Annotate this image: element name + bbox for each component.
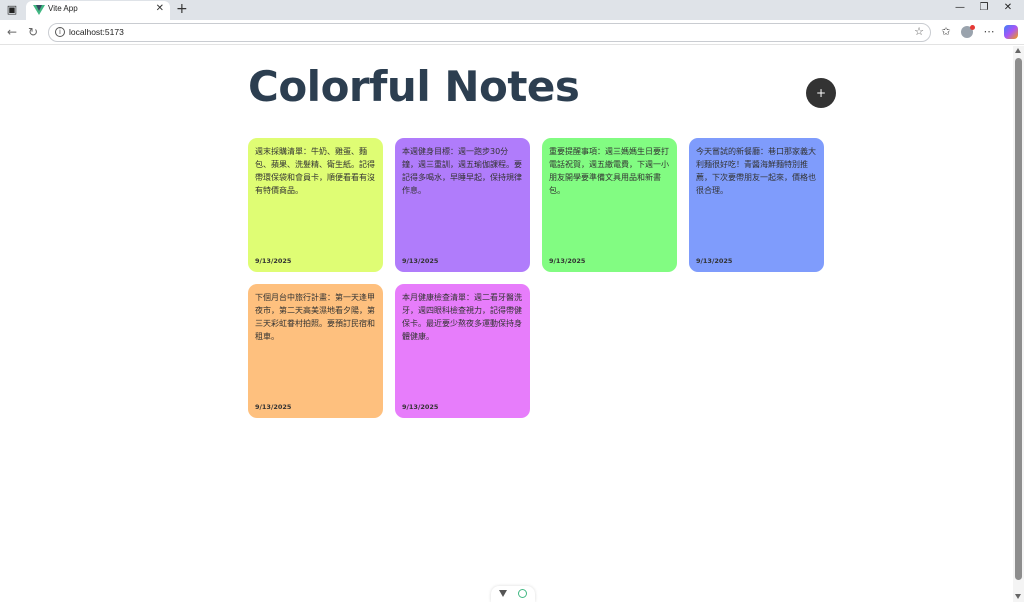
note-date: 9/13/2025: [549, 257, 586, 265]
vue-favicon-icon: [33, 5, 45, 15]
note-card[interactable]: 下個月台中旅行計畫：第一天逢甲夜市，第二天高美濕地看夕陽，第三天彩虹眷村拍照。要…: [248, 284, 383, 418]
note-card[interactable]: 本週健身目標：週一跑步30分鐘，週三重訓，週五瑜伽課程。要記得多喝水，早睡早起，…: [395, 138, 530, 272]
sidebar-icon[interactable]: ▣: [5, 3, 19, 17]
note-text: 下個月台中旅行計畫：第一天逢甲夜市，第二天高美濕地看夕陽，第三天彩虹眷村拍照。要…: [255, 293, 375, 341]
note-card[interactable]: 週末採購清單：牛奶、雞蛋、麵包、蘋果、洗髮精、衛生紙。記得帶環保袋和會員卡，順便…: [248, 138, 383, 272]
vue-logo-icon: [499, 590, 507, 597]
copilot-icon[interactable]: [1004, 25, 1018, 39]
note-card[interactable]: 本月健康檢查清單：週二看牙醫洗牙，週四眼科檢查視力，記得帶健保卡。最近要少熬夜多…: [395, 284, 530, 418]
note-date: 9/13/2025: [255, 257, 292, 265]
star-icon[interactable]: ☆: [914, 25, 924, 38]
note-card[interactable]: 重要提醒事項：週三媽媽生日要打電話祝賀，週五繳電費，下週一小朋友開學要準備文具用…: [542, 138, 677, 272]
tab-close-icon[interactable]: ✕: [156, 3, 164, 14]
note-text: 今天嘗試的新餐廳：巷口那家義大利麵很好吃！青醬海鮮麵特別推薦，下次要帶朋友一起來…: [696, 147, 816, 195]
add-note-button[interactable]: +: [806, 78, 836, 108]
devtools-target-icon: [518, 589, 527, 598]
notes-grid: 週末採購清單：牛奶、雞蛋、麵包、蘋果、洗髮精、衛生紙。記得帶環保袋和會員卡，順便…: [248, 138, 828, 418]
back-icon[interactable]: ←: [4, 25, 20, 39]
tab-strip: ▣ Vite App ✕ + — ❐ ✕: [0, 0, 1024, 20]
favorites-icon[interactable]: ✩: [938, 25, 954, 38]
note-card[interactable]: 今天嘗試的新餐廳：巷口那家義大利麵很好吃！青醬海鮮麵特別推薦，下次要帶朋友一起來…: [689, 138, 824, 272]
vue-devtools-toggle[interactable]: [491, 586, 535, 602]
scroll-down-icon[interactable]: [1015, 594, 1021, 599]
tab-title: Vite App: [48, 4, 78, 13]
profile-icon[interactable]: [961, 25, 975, 38]
info-icon[interactable]: i: [55, 27, 65, 37]
more-icon[interactable]: ⋯: [981, 25, 997, 38]
browser-tab[interactable]: Vite App ✕: [26, 1, 170, 20]
close-window-button[interactable]: ✕: [994, 2, 1022, 13]
note-date: 9/13/2025: [696, 257, 733, 265]
scrollbar-thumb[interactable]: [1015, 58, 1022, 580]
url-text[interactable]: localhost:5173: [69, 27, 124, 37]
browser-toolbar: ← ↻ i localhost:5173 ☆ ✩ ⋯: [0, 20, 1024, 45]
note-date: 9/13/2025: [402, 257, 439, 265]
new-tab-button[interactable]: +: [176, 1, 188, 17]
note-date: 9/13/2025: [402, 403, 439, 411]
page-title: Colorful Notes: [248, 62, 580, 111]
note-date: 9/13/2025: [255, 403, 292, 411]
note-text: 本週健身目標：週一跑步30分鐘，週三重訓，週五瑜伽課程。要記得多喝水，早睡早起，…: [402, 147, 522, 195]
reload-icon[interactable]: ↻: [25, 25, 41, 39]
scroll-up-icon[interactable]: [1015, 48, 1021, 53]
note-text: 週末採購清單：牛奶、雞蛋、麵包、蘋果、洗髮精、衛生紙。記得帶環保袋和會員卡，順便…: [255, 147, 375, 195]
note-text: 本月健康檢查清單：週二看牙醫洗牙，週四眼科檢查視力，記得帶健保卡。最近要少熬夜多…: [402, 293, 522, 341]
page-scrollbar[interactable]: [1013, 46, 1024, 602]
note-text: 重要提醒事項：週三媽媽生日要打電話祝賀，週五繳電費，下週一小朋友開學要準備文具用…: [549, 147, 669, 195]
address-bar[interactable]: i localhost:5173 ☆: [48, 23, 931, 42]
